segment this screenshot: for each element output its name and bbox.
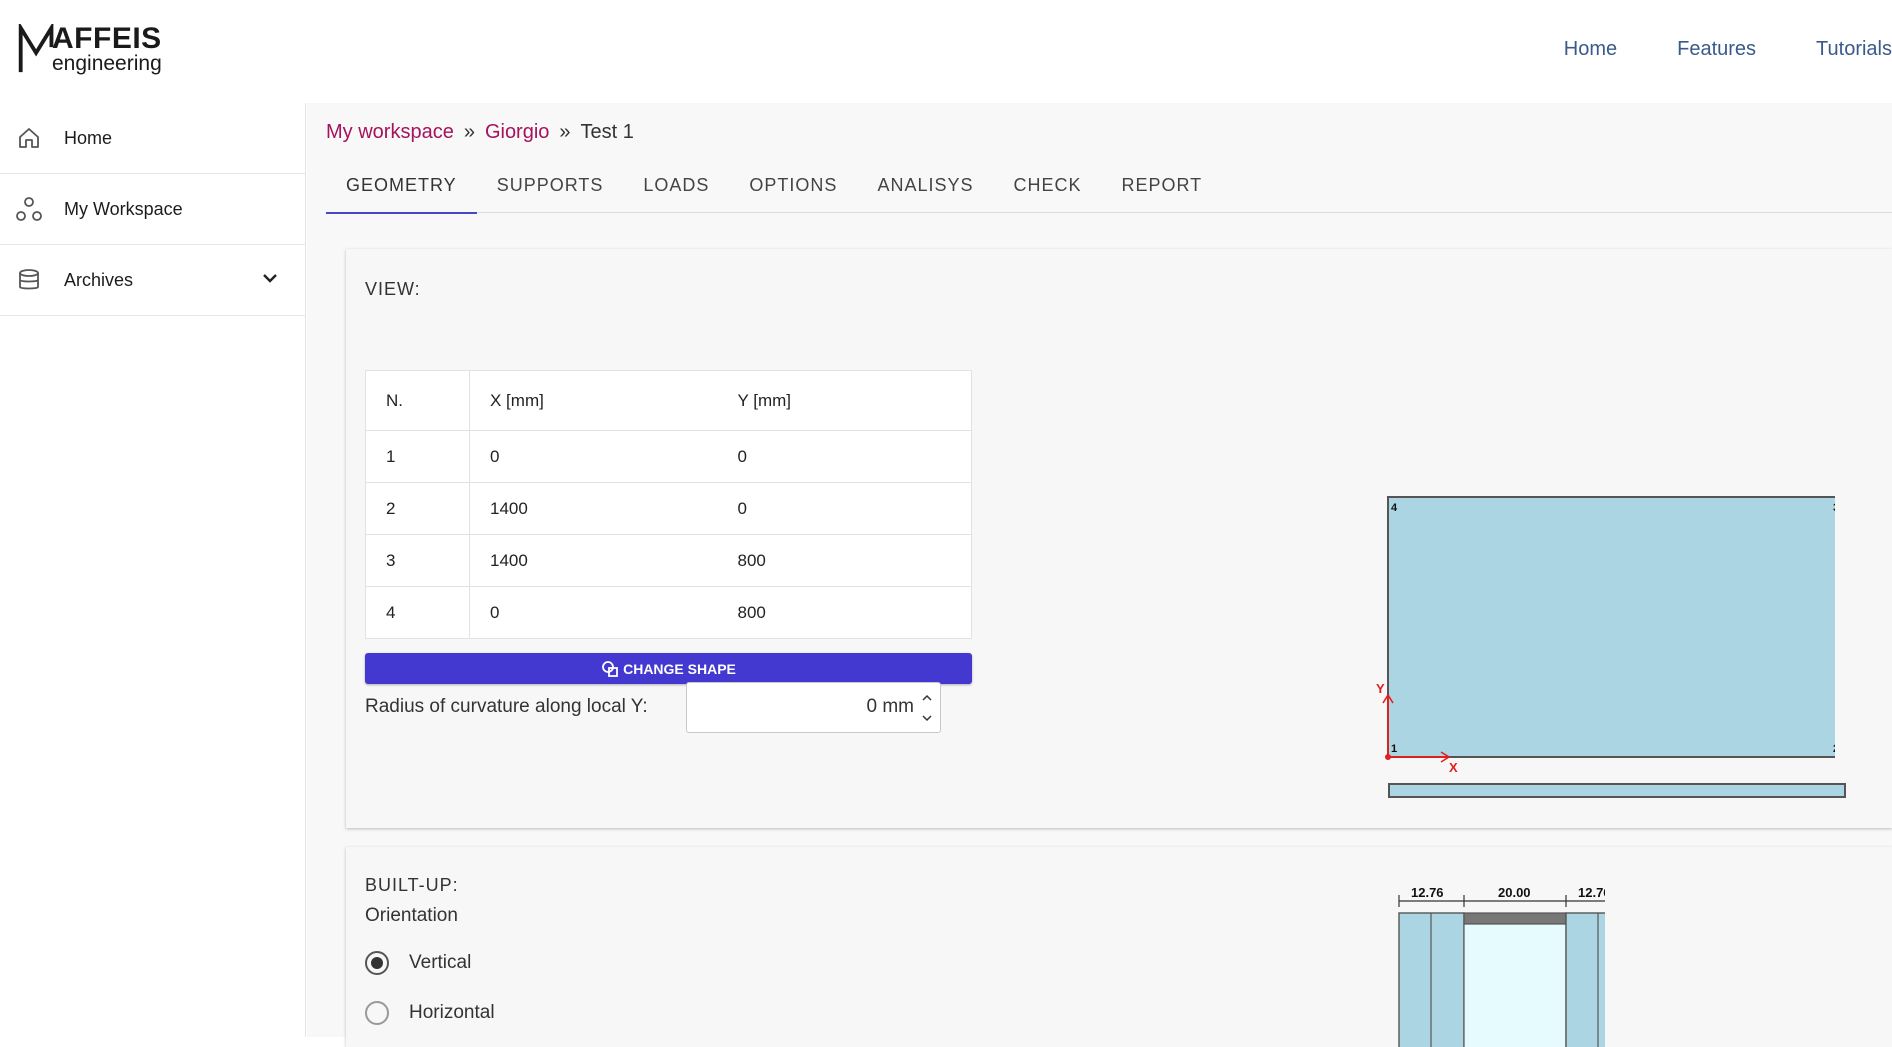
column-header-x: X [mm] bbox=[469, 370, 718, 431]
radio-vertical[interactable]: Vertical bbox=[365, 951, 471, 975]
column-header-n: N. bbox=[365, 370, 470, 431]
chevron-down-icon[interactable] bbox=[261, 269, 279, 292]
section-cavity bbox=[1463, 923, 1567, 1047]
radius-label: Radius of curvature along local Y: bbox=[365, 696, 648, 717]
built-up-panel: BUILT-UP: Orientation Vertical Horizonta… bbox=[346, 847, 1892, 1047]
sidebar-item-my-workspace[interactable]: My Workspace bbox=[0, 174, 305, 245]
sidebar-item-home[interactable]: Home bbox=[0, 103, 305, 174]
breadcrumb: My workspace » Giorgio » Test 1 bbox=[326, 121, 634, 144]
sidebar-item-label: Home bbox=[64, 127, 113, 148]
change-shape-icon bbox=[602, 660, 618, 677]
cell-x[interactable]: 1400 bbox=[469, 482, 718, 535]
view-title: VIEW: bbox=[365, 279, 421, 299]
breadcrumb-separator: » bbox=[559, 121, 571, 143]
tab-supports[interactable]: SUPPORTS bbox=[477, 163, 624, 213]
change-shape-button[interactable]: CHANGE SHAPE bbox=[365, 653, 972, 684]
logo[interactable]: AFFEIS engineering bbox=[18, 22, 168, 78]
cell-n: 2 bbox=[365, 482, 470, 535]
sidebar: Home My Workspace Archives bbox=[0, 103, 306, 1037]
corner-label-4: 4 bbox=[1391, 502, 1398, 514]
tab-analisys[interactable]: ANALISYS bbox=[857, 163, 993, 213]
radio-button-checked[interactable] bbox=[365, 951, 389, 975]
cell-n: 1 bbox=[365, 430, 470, 483]
corner-label-3: 3 bbox=[1833, 502, 1835, 514]
radio-button-unchecked[interactable] bbox=[365, 1001, 389, 1025]
tab-check[interactable]: CHECK bbox=[993, 163, 1101, 213]
dim-label: 20.00 bbox=[1498, 887, 1531, 900]
cell-y[interactable]: 0 bbox=[717, 482, 972, 535]
table-header-row: N. X [mm] Y [mm] bbox=[365, 370, 972, 431]
logo-text-line1: AFFEIS bbox=[52, 22, 162, 55]
change-shape-label: CHANGE SHAPE bbox=[623, 660, 736, 677]
plate-thickness-view bbox=[1388, 783, 1846, 798]
cell-x[interactable]: 0 bbox=[469, 430, 718, 483]
tab-geometry[interactable]: GEOMETRY bbox=[326, 163, 477, 214]
built-up-title: BUILT-UP: bbox=[365, 875, 459, 895]
radio-label-horizontal: Horizontal bbox=[409, 1002, 495, 1023]
plate-shape bbox=[1387, 496, 1835, 758]
tab-bar: GEOMETRY SUPPORTS LOADS OPTIONS ANALISYS… bbox=[326, 163, 1892, 214]
orientation-label: Orientation bbox=[365, 905, 458, 926]
table-row[interactable]: 4 0 800 bbox=[365, 586, 972, 639]
corner-label-1: 1 bbox=[1391, 743, 1397, 755]
radius-input[interactable]: 0 mm bbox=[686, 682, 941, 733]
top-bar: AFFEIS engineering Home Features Tutoria… bbox=[0, 0, 1892, 103]
dim-label: 12.76 bbox=[1578, 887, 1605, 900]
breadcrumb-user[interactable]: Giorgio bbox=[485, 121, 549, 143]
view-panel: VIEW: N. X [mm] Y [mm] 1 0 0 2 1400 0 3 … bbox=[346, 249, 1892, 828]
spinner-icon[interactable] bbox=[920, 689, 934, 727]
breadcrumb-current: Test 1 bbox=[580, 121, 634, 143]
cell-x[interactable]: 1400 bbox=[469, 534, 718, 587]
radius-value: 0 mm bbox=[866, 696, 915, 717]
sidebar-item-archives[interactable]: Archives bbox=[0, 245, 305, 316]
logo-text-line2: engineering bbox=[52, 52, 162, 75]
section-spacer bbox=[1463, 912, 1567, 925]
table-row[interactable]: 2 1400 0 bbox=[365, 482, 972, 535]
main-content: My workspace » Giorgio » Test 1 GEOMETRY SUP… bbox=[307, 103, 1892, 1047]
nav-tutorials[interactable]: Tutorials bbox=[1816, 38, 1892, 61]
cell-x[interactable]: 0 bbox=[470, 587, 718, 639]
nav-home[interactable]: Home bbox=[1564, 38, 1617, 61]
corner-label-2: 2 bbox=[1833, 743, 1835, 755]
top-nav: Home Features Tutorials bbox=[1564, 38, 1892, 61]
axis-label-x: X bbox=[1449, 760, 1458, 775]
tab-options[interactable]: OPTIONS bbox=[729, 163, 857, 213]
cross-section-drawing: 12.76 20.00 12.76 bbox=[1398, 887, 1605, 1047]
home-icon bbox=[16, 125, 42, 151]
radio-horizontal[interactable]: Horizontal bbox=[365, 1001, 495, 1025]
column-header-y: Y [mm] bbox=[717, 370, 972, 431]
cell-y[interactable]: 800 bbox=[717, 534, 972, 587]
breadcrumb-separator: » bbox=[463, 121, 475, 143]
sidebar-item-label: My Workspace bbox=[64, 198, 183, 219]
radio-label-vertical: Vertical bbox=[409, 952, 472, 973]
table-row[interactable]: 3 1400 800 bbox=[365, 534, 972, 587]
section-glass-right bbox=[1565, 912, 1605, 1047]
axis-label-y: Y bbox=[1376, 681, 1385, 696]
geometry-drawing: 4 3 1 2 Y X bbox=[1376, 496, 1835, 775]
tab-loads[interactable]: LOADS bbox=[623, 163, 729, 213]
tab-report[interactable]: REPORT bbox=[1102, 163, 1223, 213]
dim-label: 12.76 bbox=[1411, 887, 1444, 900]
cell-n: 4 bbox=[365, 586, 470, 639]
database-icon bbox=[16, 267, 42, 293]
breadcrumb-workspace[interactable]: My workspace bbox=[326, 121, 454, 143]
cell-y[interactable]: 800 bbox=[718, 587, 972, 639]
nav-features[interactable]: Features bbox=[1677, 38, 1756, 61]
table-row[interactable]: 1 0 0 bbox=[365, 430, 972, 483]
cell-y[interactable]: 0 bbox=[717, 430, 972, 483]
workspace-icon bbox=[16, 196, 42, 222]
coordinates-table: N. X [mm] Y [mm] 1 0 0 2 1400 0 3 1400 8… bbox=[365, 370, 972, 639]
cell-n: 3 bbox=[365, 534, 470, 587]
sidebar-item-label: Archives bbox=[64, 269, 134, 290]
